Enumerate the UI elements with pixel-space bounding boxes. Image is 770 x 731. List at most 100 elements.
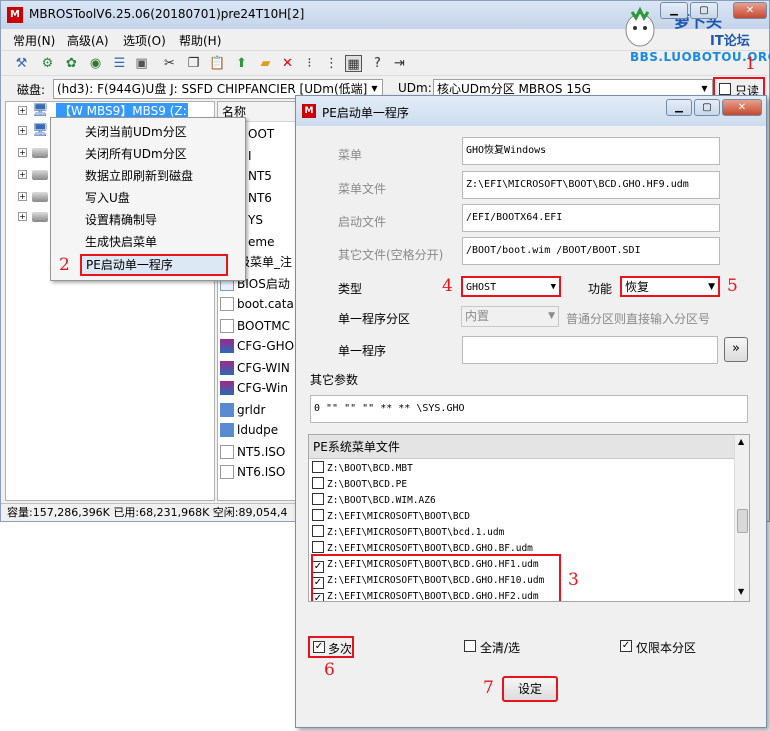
list-item-path: Z:\EFI\MICROSOFT\BOOT\bcd.1.udm (327, 527, 505, 538)
expand-icon[interactable]: + (18, 212, 27, 221)
hierarchy-icon[interactable]: ⋮ (323, 55, 340, 72)
list-item[interactable]: OOT (248, 124, 274, 144)
browse-button[interactable]: » (724, 337, 748, 362)
menu-field[interactable]: GHO恢复Windows (462, 137, 720, 165)
list-item[interactable]: NT5 (248, 166, 272, 186)
scroll-thumb[interactable] (737, 509, 748, 533)
checkbox-box[interactable] (312, 541, 324, 553)
copy-icon[interactable]: ❐ (185, 55, 202, 72)
gear-icon[interactable]: ⚙ (39, 55, 56, 72)
list-item[interactable]: YS (248, 210, 263, 230)
menu-item-close-all[interactable]: 关闭所有UDm分区 (52, 143, 244, 165)
wrench-icon[interactable]: ⚒ (13, 55, 30, 72)
list-item[interactable]: Z:\EFI\MICROSOFT\BOOT\bcd.1.udm (312, 525, 504, 541)
menu-item-close-current[interactable]: 关闭当前UDm分区 (52, 121, 244, 143)
list-item[interactable]: Z:\BOOT\BCD.WIM.AZ6 (312, 493, 436, 509)
globe-icon[interactable]: ◉ (87, 55, 104, 72)
chevron-down-icon: ▼ (548, 311, 555, 321)
list-item[interactable]: CFG-WIN (220, 358, 290, 378)
checkbox-box[interactable] (312, 461, 324, 473)
other-files-label: 其它文件(空格分开) (338, 248, 444, 262)
list-item[interactable]: I (248, 146, 252, 166)
list-item[interactable]: Z:\BOOT\BCD.PE (312, 477, 407, 493)
function-select-value: 恢复 (625, 280, 650, 294)
this-partition-checkbox[interactable]: ✓ 仅限本分区 (620, 639, 720, 657)
screen-icon[interactable]: ▣ (133, 55, 150, 72)
menu-options[interactable]: 选项(O) (123, 32, 166, 49)
file-icon (220, 423, 234, 437)
set-button[interactable]: 设定 (502, 676, 558, 702)
delete-icon[interactable]: ✕ (279, 55, 296, 72)
menu-file-field[interactable]: Z:\EFI\MICROSOFT\BOOT\BCD.GHO.HF9.udm (462, 171, 720, 199)
scroll-up-icon[interactable]: ▲ (738, 437, 744, 446)
checkbox-box[interactable] (312, 477, 324, 489)
scroll-down-icon[interactable]: ▼ (738, 587, 744, 596)
scissors-icon[interactable]: ✂ (161, 55, 178, 72)
exit-icon[interactable]: ⇥ (391, 55, 408, 72)
list-item[interactable]: grldr (220, 400, 265, 420)
type-select[interactable]: GHOST ▼ (461, 276, 561, 297)
expand-icon[interactable]: + (18, 192, 27, 201)
list-item[interactable]: Z:\BOOT\BCD.MBT (312, 461, 413, 477)
list-item[interactable]: eme (248, 232, 274, 252)
list-item[interactable]: boot.cata (220, 294, 294, 314)
expand-icon[interactable]: + (18, 126, 27, 135)
menu-item-quick-menu[interactable]: 生成快启菜单 (52, 231, 244, 253)
list-item[interactable]: NT6 (248, 188, 272, 208)
menu-advanced[interactable]: 高级(A) (67, 32, 109, 49)
list-item[interactable]: 级菜单_注 (238, 252, 292, 272)
select-all-checkbox[interactable]: 全清/选 (464, 639, 554, 657)
params-field[interactable]: 0 "" "" "" ** ** \SYS.GHO (310, 395, 748, 423)
program-label: 单一程序 (338, 344, 387, 358)
expand-icon[interactable]: + (18, 170, 27, 179)
partition-hint: 普通分区则直接输入分区号 (566, 312, 711, 326)
paste-icon[interactable]: 📋 (209, 55, 226, 72)
tree-icon[interactable]: ⁝ (301, 55, 318, 72)
checkbox-box[interactable] (312, 525, 324, 537)
disk-label: 磁盘: (17, 83, 46, 97)
checkbox-box[interactable] (312, 509, 324, 521)
menu-common[interactable]: 常用(N) (13, 32, 55, 49)
close-button[interactable]: ✕ (733, 2, 767, 19)
close-button[interactable]: ✕ (722, 99, 762, 116)
settings-icon[interactable]: ✿ (63, 55, 80, 72)
list-item[interactable]: CFG-Win (220, 378, 288, 398)
expand-icon[interactable]: + (18, 106, 27, 115)
program-field[interactable] (462, 336, 718, 364)
grid-icon[interactable]: ▦ (345, 55, 362, 72)
list-item[interactable]: Z:\EFI\MICROSOFT\BOOT\BCD (312, 509, 470, 525)
scrollbar[interactable]: ▲ ▼ (734, 435, 749, 601)
maximize-button[interactable]: ▢ (694, 99, 720, 116)
menu-item-pe-single-program[interactable]: PE启动单一程序 (80, 254, 228, 276)
help-icon[interactable]: ? (369, 55, 386, 72)
maximize-button[interactable]: ▢ (690, 2, 718, 19)
multi-checkbox[interactable]: ✓ 多次 (308, 636, 354, 658)
this-partition-label: 仅限本分区 (636, 641, 697, 655)
list-icon[interactable]: ☰ (111, 55, 128, 72)
menu-label: 菜单 (338, 148, 363, 162)
folder-icon[interactable]: ▰ (257, 55, 274, 72)
list-item[interactable]: NT5.ISO (220, 442, 285, 462)
other-files-field[interactable]: /BOOT/boot.wim /BOOT/BOOT.SDI (462, 237, 720, 265)
list-item[interactable]: CFG-GHO (220, 336, 294, 356)
minimize-button[interactable]: ▁ (666, 99, 692, 116)
list-header: PE系统菜单文件 (309, 435, 734, 459)
partition-select[interactable]: 内置 ▼ (461, 306, 559, 327)
minimize-button[interactable]: ▁ (660, 2, 688, 19)
udm-label: UDm: (398, 81, 432, 95)
menu-help[interactable]: 帮助(H) (179, 32, 221, 49)
menu-item-flush-disk[interactable]: 数据立即刷新到磁盘 (52, 165, 244, 187)
list-item[interactable]: ldudpe (220, 420, 278, 440)
boot-file-field[interactable]: /EFI/BOOTX64.EFI (462, 204, 720, 232)
partition-select-value: 内置 (465, 309, 490, 323)
select-all-label: 全清/选 (480, 641, 521, 655)
list-item[interactable]: BOOTMC (220, 316, 290, 336)
expand-icon[interactable]: + (18, 148, 27, 157)
checkbox-box[interactable] (312, 493, 324, 505)
list-item[interactable]: NT6.ISO (220, 462, 285, 482)
menu-item-precise-guide[interactable]: 设置精确制导 (52, 209, 244, 231)
function-select[interactable]: 恢复 ▼ (620, 276, 720, 297)
partition-label: 单一程序分区 (338, 312, 411, 326)
menu-item-write-usb[interactable]: 写入U盘 (52, 187, 244, 209)
arrow-up-icon[interactable]: ⬆ (233, 55, 250, 72)
